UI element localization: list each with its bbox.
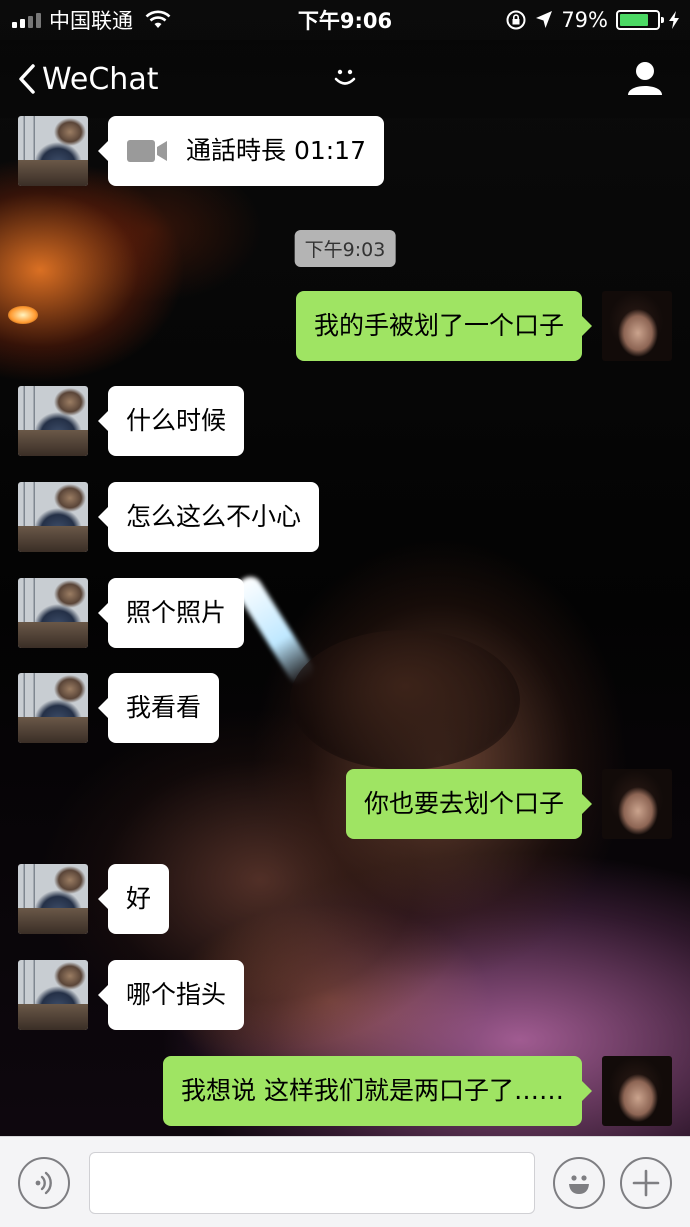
my-avatar[interactable] [602, 291, 672, 361]
friend-avatar[interactable] [18, 864, 88, 934]
battery-percent: 79% [561, 8, 608, 32]
message-text: 怎么这么不小心 [126, 502, 302, 531]
signal-icon [12, 12, 41, 28]
location-icon [536, 11, 553, 28]
incoming-message-bubble[interactable]: 照个照片 [97, 578, 245, 648]
back-label: WeChat [42, 61, 159, 97]
chat-input-bar [0, 1136, 690, 1227]
video-call-icon [126, 138, 168, 164]
back-button[interactable]: WeChat [18, 62, 158, 97]
message-text: 好 [126, 884, 152, 913]
message-text: 哪个指头 [126, 980, 227, 1009]
friend-avatar[interactable] [18, 116, 88, 186]
charging-icon [669, 11, 679, 29]
more-button[interactable] [620, 1157, 672, 1209]
profile-icon[interactable] [626, 60, 664, 96]
message-text: 我看看 [126, 693, 202, 722]
call-record-bubble[interactable]: 通話時長 01:17 [98, 116, 384, 186]
message-input[interactable] [89, 1152, 535, 1214]
incoming-message-bubble[interactable]: 好 [97, 864, 170, 934]
incoming-message-bubble[interactable]: 我看看 [97, 673, 220, 743]
carrier-name: 中国联通 [49, 9, 133, 33]
friend-avatar[interactable] [18, 673, 88, 743]
background-lamp [8, 306, 38, 324]
smiley-icon [334, 69, 356, 85]
friend-avatar[interactable] [18, 386, 88, 456]
message-timestamp: 下午9:03 [294, 230, 396, 267]
message-text: 什么时候 [126, 406, 227, 435]
friend-avatar[interactable] [18, 960, 88, 1030]
incoming-message-bubble[interactable]: 哪个指头 [97, 960, 245, 1030]
outgoing-message-bubble[interactable]: 我的手被划了一个口子 [295, 291, 593, 361]
outgoing-message-bubble[interactable]: 我想说 这样我们就是两口子了…… [163, 1056, 592, 1126]
status-bar: 中国联通 下午9:06 79% [0, 0, 690, 40]
wifi-icon [145, 10, 171, 28]
plus-icon [632, 1169, 660, 1197]
my-avatar[interactable] [602, 1056, 672, 1126]
lock-rotation-icon [506, 10, 526, 30]
message-text: 我的手被划了一个口子 [313, 311, 564, 340]
outgoing-message-bubble[interactable]: 你也要去划个口子 [345, 769, 593, 839]
battery-icon [616, 10, 664, 30]
emoji-button[interactable] [553, 1157, 605, 1209]
incoming-message-bubble[interactable]: 什么时候 [97, 386, 245, 456]
emoji-icon [569, 1175, 589, 1194]
my-avatar[interactable] [602, 769, 672, 839]
message-text: 我想说 这样我们就是两口子了…… [181, 1076, 564, 1105]
voice-button[interactable] [18, 1157, 70, 1209]
background-figure [290, 630, 520, 770]
message-text: 你也要去划个口子 [363, 789, 564, 818]
message-text: 照个照片 [126, 598, 227, 627]
incoming-message-bubble[interactable]: 怎么这么不小心 [97, 482, 320, 552]
friend-avatar[interactable] [18, 482, 88, 552]
call-duration-text: 通話時長 01:17 [186, 136, 366, 165]
navigation-bar: WeChat [0, 40, 690, 118]
chevron-left-icon [19, 64, 35, 94]
friend-avatar[interactable] [18, 578, 88, 648]
voice-icon [35, 1171, 52, 1195]
status-time: 下午9:06 [297, 9, 393, 33]
